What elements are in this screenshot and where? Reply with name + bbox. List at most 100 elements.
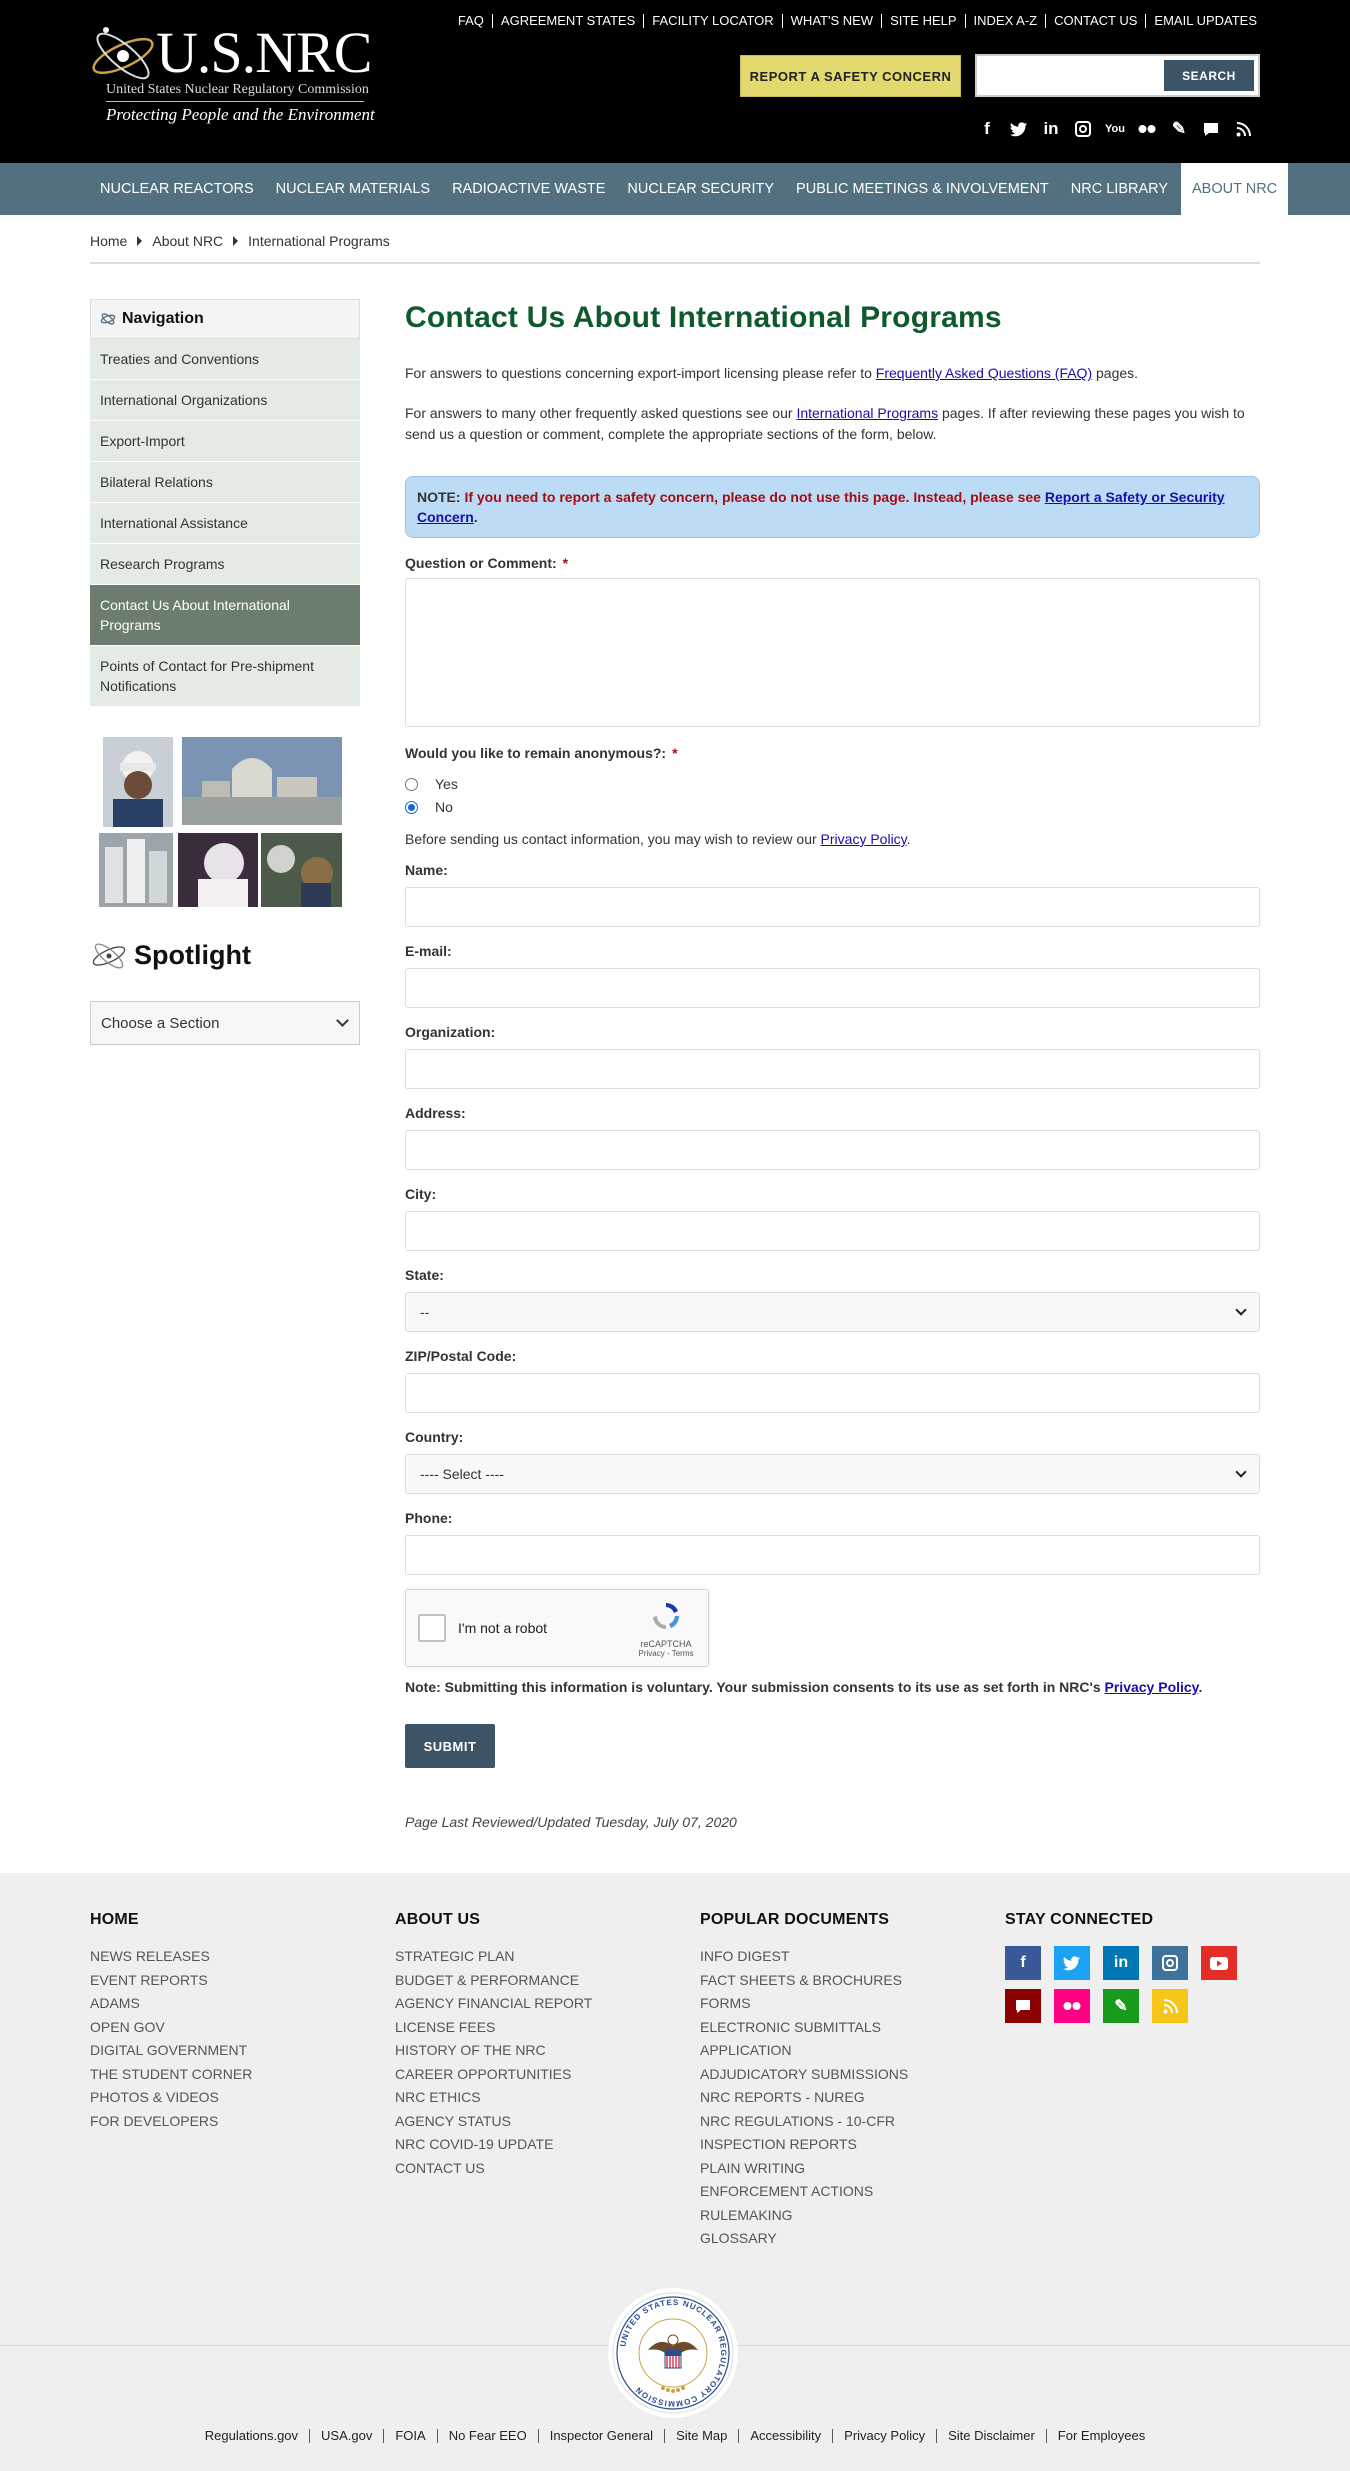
footer-link[interactable]: PLAIN WRITING bbox=[700, 2157, 908, 2181]
faq-link[interactable]: Frequently Asked Questions (FAQ) bbox=[876, 365, 1092, 381]
footer-link[interactable]: NRC COVID-19 UPDATE bbox=[395, 2133, 592, 2157]
top-link-facility-locator[interactable]: FACILITY LOCATOR bbox=[643, 14, 781, 28]
footer-link[interactable]: PHOTOS & VIDEOS bbox=[90, 2086, 252, 2110]
report-safety-concern-button[interactable]: REPORT A SAFETY CONCERN bbox=[740, 55, 961, 97]
footer-link[interactable]: INFO DIGEST bbox=[700, 1945, 908, 1969]
nav-public-meetings[interactable]: PUBLIC MEETINGS & INVOLVEMENT bbox=[785, 163, 1060, 215]
bottom-link-inspector-general[interactable]: Inspector General bbox=[537, 2429, 664, 2443]
recaptcha-privacy-terms[interactable]: Privacy - Terms bbox=[636, 1649, 696, 1658]
footer-link[interactable]: ENFORCEMENT ACTIONS bbox=[700, 2180, 908, 2204]
top-link-site-help[interactable]: SITE HELP bbox=[881, 14, 964, 28]
facebook-icon[interactable]: f bbox=[973, 117, 1001, 141]
facebook-icon[interactable]: f bbox=[1005, 1946, 1041, 1980]
sidebar-item-intl-organizations[interactable]: International Organizations bbox=[90, 380, 360, 421]
rss-icon[interactable] bbox=[1152, 1989, 1188, 2023]
name-input[interactable] bbox=[405, 887, 1260, 927]
nav-nrc-library[interactable]: NRC LIBRARY bbox=[1060, 163, 1179, 215]
footer-link[interactable]: FACT SHEETS & BROCHURES bbox=[700, 1969, 908, 1993]
footer-link[interactable]: APPLICATION bbox=[700, 2039, 908, 2063]
footer-link[interactable]: AGENCY FINANCIAL REPORT bbox=[395, 1992, 592, 2016]
footer-link[interactable]: NRC REGULATIONS - 10-CFR bbox=[700, 2110, 908, 2134]
sidebar-item-export-import[interactable]: Export-Import bbox=[90, 421, 360, 462]
footer-link[interactable]: NRC REPORTS - NUREG bbox=[700, 2086, 908, 2110]
sidebar-item-research-programs[interactable]: Research Programs bbox=[90, 544, 360, 585]
flickr-icon[interactable] bbox=[1133, 117, 1161, 141]
search-button[interactable]: SEARCH bbox=[1164, 60, 1254, 91]
footer-link[interactable]: OPEN GOV bbox=[90, 2016, 252, 2040]
footer-link[interactable]: GLOSSARY bbox=[700, 2227, 908, 2251]
intl-programs-link[interactable]: International Programs bbox=[796, 405, 938, 421]
twitter-icon[interactable] bbox=[1054, 1946, 1090, 1980]
blog-icon[interactable]: ✎ bbox=[1165, 117, 1193, 141]
zip-input[interactable] bbox=[405, 1373, 1260, 1413]
instagram-icon[interactable] bbox=[1152, 1946, 1188, 1980]
privacy-policy-link[interactable]: Privacy Policy bbox=[821, 831, 907, 847]
breadcrumb-about-nrc[interactable]: About NRC bbox=[152, 233, 223, 249]
address-input[interactable] bbox=[405, 1130, 1260, 1170]
footer-link[interactable]: ADAMS bbox=[90, 1992, 252, 2016]
recaptcha-checkbox[interactable] bbox=[418, 1614, 446, 1642]
bottom-link-foia[interactable]: FOIA bbox=[383, 2429, 436, 2443]
nav-nuclear-materials[interactable]: NUCLEAR MATERIALS bbox=[265, 163, 441, 215]
nav-radioactive-waste[interactable]: RADIOACTIVE WASTE bbox=[441, 163, 616, 215]
comment-icon[interactable] bbox=[1005, 1989, 1041, 2023]
footer-link[interactable]: ADJUDICATORY SUBMISSIONS bbox=[700, 2063, 908, 2087]
footer-link[interactable]: CAREER OPPORTUNITIES bbox=[395, 2063, 592, 2087]
footer-link[interactable]: RULEMAKING bbox=[700, 2204, 908, 2228]
anonymous-yes-option[interactable]: Yes bbox=[405, 776, 458, 792]
sidebar-item-treaties[interactable]: Treaties and Conventions bbox=[90, 339, 360, 380]
organization-input[interactable] bbox=[405, 1049, 1260, 1089]
nav-about-nrc[interactable]: ABOUT NRC bbox=[1181, 163, 1289, 215]
footer-link[interactable]: DIGITAL GOVERNMENT bbox=[90, 2039, 252, 2063]
country-select[interactable]: ---- Select ---- bbox=[405, 1454, 1260, 1494]
sidebar-item-intl-assistance[interactable]: International Assistance bbox=[90, 503, 360, 544]
anonymous-no-radio[interactable] bbox=[405, 800, 418, 814]
bottom-link-privacy[interactable]: Privacy Policy bbox=[832, 2429, 936, 2443]
nav-nuclear-reactors[interactable]: NUCLEAR REACTORS bbox=[89, 163, 265, 215]
footer-link[interactable]: CONTACT US bbox=[395, 2157, 592, 2181]
bottom-link-no-fear[interactable]: No Fear EEO bbox=[436, 2429, 538, 2443]
instagram-icon[interactable] bbox=[1069, 117, 1097, 141]
footer-home-title[interactable]: HOME bbox=[90, 1911, 252, 1929]
rss-icon[interactable] bbox=[1229, 117, 1257, 141]
city-input[interactable] bbox=[405, 1211, 1260, 1251]
footer-link[interactable]: HISTORY OF THE NRC bbox=[395, 2039, 592, 2063]
footer-link[interactable]: AGENCY STATUS bbox=[395, 2110, 592, 2134]
footer-link[interactable]: THE STUDENT CORNER bbox=[90, 2063, 252, 2087]
anonymous-no-option[interactable]: No bbox=[405, 799, 453, 815]
blog-icon[interactable]: ✎ bbox=[1103, 1989, 1139, 2023]
submit-button[interactable]: SUBMIT bbox=[405, 1724, 495, 1768]
top-link-faq[interactable]: FAQ bbox=[450, 14, 492, 28]
footer-link[interactable]: FORMS bbox=[700, 1992, 908, 2016]
search-input[interactable] bbox=[985, 64, 1165, 88]
top-link-whats-new[interactable]: WHAT'S NEW bbox=[781, 14, 881, 28]
bottom-link-usa-gov[interactable]: USA.gov bbox=[309, 2429, 383, 2443]
top-link-agreement-states[interactable]: AGREEMENT STATES bbox=[491, 14, 643, 28]
nav-nuclear-security[interactable]: NUCLEAR SECURITY bbox=[616, 163, 785, 215]
bottom-link-accessibility[interactable]: Accessibility bbox=[738, 2429, 832, 2443]
footer-link[interactable]: BUDGET & PERFORMANCE bbox=[395, 1969, 592, 1993]
footer-link[interactable]: LICENSE FEES bbox=[395, 2016, 592, 2040]
bottom-link-disclaimer[interactable]: Site Disclaimer bbox=[936, 2429, 1046, 2443]
footer-link[interactable]: STRATEGIC PLAN bbox=[395, 1945, 592, 1969]
state-select[interactable]: -- bbox=[405, 1292, 1260, 1332]
sidebar-item-contact-us[interactable]: Contact Us About International Programs bbox=[90, 585, 360, 646]
comment-icon[interactable] bbox=[1197, 117, 1225, 141]
bottom-link-regulations[interactable]: Regulations.gov bbox=[194, 2429, 309, 2443]
footer-link[interactable]: EVENT REPORTS bbox=[90, 1969, 252, 1993]
voluntary-privacy-link[interactable]: Privacy Policy bbox=[1105, 1679, 1199, 1695]
footer-link[interactable]: NRC ETHICS bbox=[395, 2086, 592, 2110]
flickr-icon[interactable] bbox=[1054, 1989, 1090, 2023]
nrc-logo[interactable]: U.S.NRC United States Nuclear Regulatory… bbox=[88, 18, 375, 126]
twitter-icon[interactable] bbox=[1005, 117, 1033, 141]
footer-link[interactable]: FOR DEVELOPERS bbox=[90, 2110, 252, 2134]
youtube-icon[interactable] bbox=[1201, 1946, 1237, 1980]
top-link-index[interactable]: INDEX A-Z bbox=[964, 14, 1046, 28]
bottom-link-site-map[interactable]: Site Map bbox=[664, 2429, 738, 2443]
spotlight-section-select[interactable]: Choose a Section bbox=[90, 1001, 360, 1045]
footer-link[interactable]: ELECTRONIC SUBMITTALS bbox=[700, 2016, 908, 2040]
footer-link[interactable]: NEWS RELEASES bbox=[90, 1945, 252, 1969]
youtube-icon[interactable]: You bbox=[1101, 117, 1129, 141]
linkedin-icon[interactable]: in bbox=[1037, 117, 1065, 141]
sidebar-item-bilateral-relations[interactable]: Bilateral Relations bbox=[90, 462, 360, 503]
